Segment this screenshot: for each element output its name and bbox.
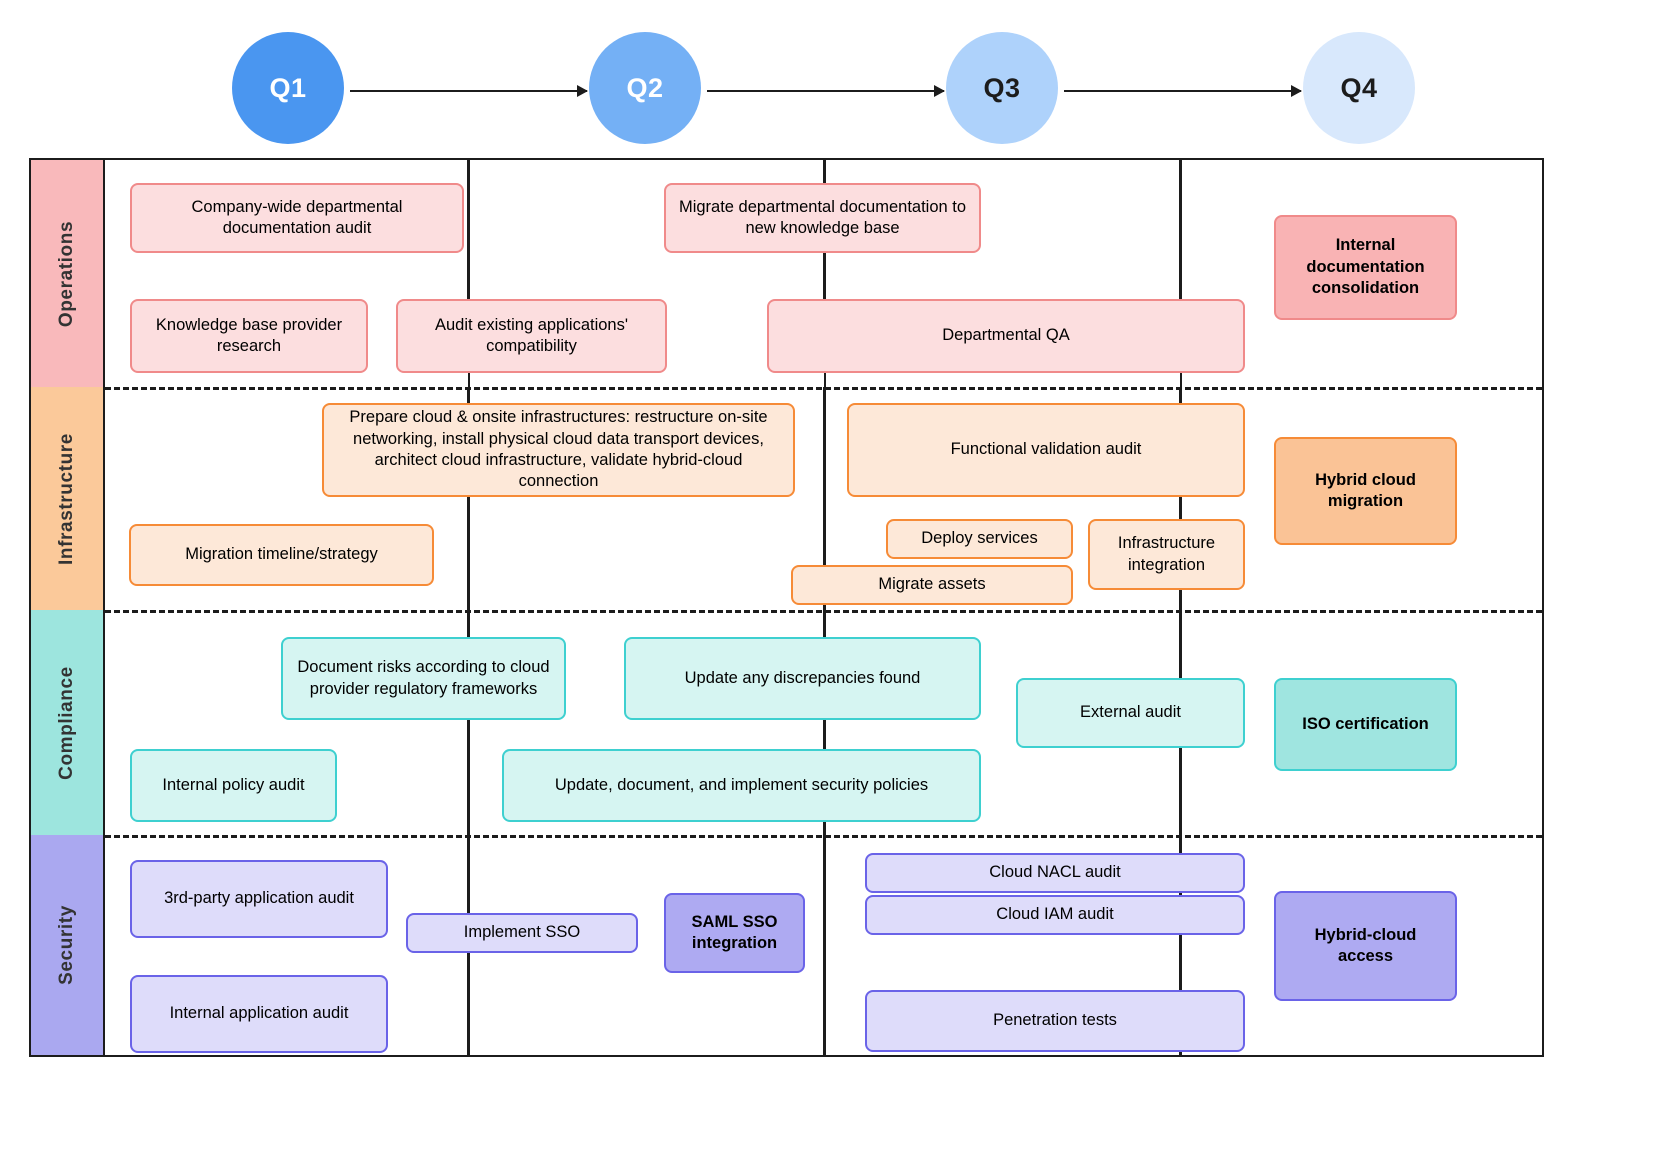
swimlane-compliance: Compliance Document risks according to c… <box>31 610 1542 835</box>
milestone-label: Hybrid-cloud access <box>1314 925 1417 965</box>
task-box[interactable]: Prepare cloud & onsite infrastructures: … <box>322 403 795 497</box>
task-box[interactable]: Migrate departmental documentation to ne… <box>664 183 981 253</box>
task-label: Departmental QA <box>942 326 1070 345</box>
task-label: Audit existing applications' compatibili… <box>434 315 628 355</box>
task-label: Company-wide departmental documentation … <box>191 197 403 237</box>
task-label: Cloud NACL audit <box>989 863 1121 882</box>
milestone-box[interactable]: ISO certification <box>1274 678 1457 771</box>
swimlane-header-security: Security <box>31 835 105 1055</box>
task-box[interactable]: Migration timeline/strategy <box>129 524 434 586</box>
timeline-arrow-q1-q2 <box>350 85 588 97</box>
swimlane-label: Compliance <box>56 665 78 780</box>
task-label: Implement SSO <box>463 923 581 942</box>
task-label: Internal application audit <box>169 1004 349 1023</box>
quarter-node-q3[interactable]: Q3 <box>946 32 1058 144</box>
milestone-label: Internal documentation consolidation <box>1306 236 1425 298</box>
task-box[interactable]: 3rd-party application audit <box>130 860 388 938</box>
swimlane-label: Operations <box>56 220 77 327</box>
task-box[interactable]: Company-wide departmental documentation … <box>130 183 464 253</box>
swimlane-header-operations: Operations <box>31 160 105 387</box>
task-box[interactable]: Infrastructure integration <box>1088 519 1245 590</box>
milestone-box[interactable]: Internal documentation consolidation <box>1274 215 1457 320</box>
quarter-node-q4[interactable]: Q4 <box>1303 32 1415 144</box>
quarter-timeline: Q1 Q2 Q3 Q4 <box>0 0 1662 155</box>
task-box[interactable]: Implement SSO <box>406 913 638 953</box>
task-box[interactable]: Audit existing applications' compatibili… <box>396 299 667 373</box>
swimlane-infrastructure: Infrastructure Prepare cloud & onsite in… <box>31 387 1542 610</box>
task-box[interactable]: Internal policy audit <box>130 749 337 822</box>
task-box[interactable]: Migrate assets <box>791 565 1073 605</box>
task-label: Update any discrepancies found <box>684 668 921 687</box>
milestone-box[interactable]: SAML SSO integration <box>664 893 805 973</box>
task-label: Migrate assets <box>878 575 986 594</box>
task-label: Migration timeline/strategy <box>185 545 378 564</box>
swimlane-header-infrastructure: Infrastructure <box>31 387 105 610</box>
task-box[interactable]: Deploy services <box>886 519 1073 559</box>
task-box[interactable]: Update, document, and implement security… <box>502 749 981 822</box>
swimlane-header-compliance: Compliance <box>31 610 105 835</box>
task-label: Penetration tests <box>993 1011 1117 1030</box>
milestone-box[interactable]: Hybrid-cloud access <box>1274 891 1457 1001</box>
task-box[interactable]: Penetration tests <box>865 990 1245 1052</box>
task-label: Migrate departmental documentation to ne… <box>678 197 967 237</box>
task-label: 3rd-party application audit <box>164 889 354 908</box>
quarter-node-label: Q1 <box>269 72 307 103</box>
quarter-node-q1[interactable]: Q1 <box>232 32 344 144</box>
connector <box>1179 160 1181 309</box>
milestone-label: Hybrid cloud migration <box>1315 470 1416 510</box>
task-label: Document risks according to cloud provid… <box>297 658 550 698</box>
task-box[interactable]: Departmental QA <box>767 299 1245 373</box>
task-label: Deploy services <box>921 529 1038 548</box>
quarter-node-label: Q3 <box>983 72 1021 103</box>
task-box[interactable]: Update any discrepancies found <box>624 637 981 720</box>
swimlane-operations: Operations Company-wide departmental doc… <box>31 160 1542 387</box>
task-label: Functional validation audit <box>950 440 1142 459</box>
task-box[interactable]: Cloud IAM audit <box>865 895 1245 935</box>
task-label: Cloud IAM audit <box>996 905 1114 924</box>
quarter-node-q2[interactable]: Q2 <box>589 32 701 144</box>
connector <box>823 835 825 1055</box>
task-box[interactable]: External audit <box>1016 678 1245 748</box>
task-box[interactable]: Internal application audit <box>130 975 388 1053</box>
roadmap-diagram: Q1 Q2 Q3 Q4 Operations Company-wide depa… <box>0 0 1662 1170</box>
task-label: Internal policy audit <box>162 775 305 794</box>
quarter-node-label: Q4 <box>1340 72 1378 103</box>
connector <box>467 160 469 310</box>
task-box[interactable]: Cloud NACL audit <box>865 853 1245 893</box>
swimlane-security: Security 3rd-party application audit Int… <box>31 835 1542 1055</box>
swimlane-label: Infrastructure <box>56 432 77 565</box>
task-label: Infrastructure integration <box>1117 534 1216 574</box>
task-label: Prepare cloud & onsite infrastructures: … <box>349 408 768 491</box>
task-box[interactable]: Functional validation audit <box>847 403 1245 497</box>
task-box[interactable]: Document risks according to cloud provid… <box>281 637 566 720</box>
task-label: External audit <box>1080 703 1181 722</box>
quarter-node-label: Q2 <box>626 72 664 103</box>
timeline-arrow-q2-q3 <box>707 85 945 97</box>
milestone-label: SAML SSO integration <box>691 912 778 952</box>
task-label: Update, document, and implement security… <box>554 775 929 794</box>
timeline-arrow-q3-q4 <box>1064 85 1302 97</box>
milestone-box[interactable]: Hybrid cloud migration <box>1274 437 1457 545</box>
swimlane-grid: Operations Company-wide departmental doc… <box>29 158 1544 1057</box>
milestone-label: ISO certification <box>1302 714 1429 733</box>
task-label: Knowledge base provider research <box>155 315 343 355</box>
task-box[interactable]: Knowledge base provider research <box>130 299 368 373</box>
swimlane-label: Security <box>56 905 77 985</box>
